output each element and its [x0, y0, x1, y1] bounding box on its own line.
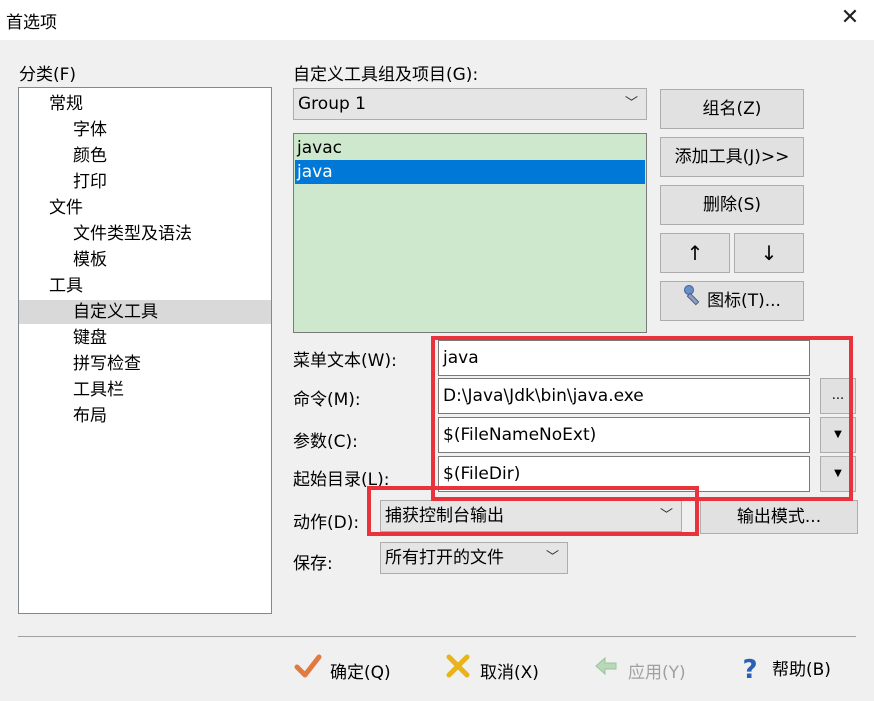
tree-item[interactable]: 文件类型及语法	[19, 222, 271, 246]
add-tool-button[interactable]: 添加工具(J)>>	[660, 137, 804, 177]
question-mark-icon: ?	[742, 655, 758, 685]
back-arrow-icon	[590, 652, 622, 693]
tool-list-item[interactable]: java	[295, 160, 645, 184]
tree-item[interactable]: 键盘	[19, 326, 271, 350]
icon-button[interactable]: 图标(T)...	[660, 281, 804, 321]
tree-item[interactable]: 自定义工具	[19, 300, 271, 324]
save-select[interactable]: 所有打开的文件 ﹀	[380, 542, 568, 574]
checkmark-icon	[292, 652, 324, 693]
apply-label: 应用(Y)	[628, 662, 686, 683]
title-bar	[0, 0, 874, 40]
tree-item[interactable]: 打印	[19, 170, 271, 194]
chevron-down-icon: ﹀	[624, 96, 638, 111]
help-label: 帮助(B)	[772, 660, 831, 680]
help-button[interactable]: ? 帮助(B)	[734, 652, 831, 688]
move-up-button[interactable]: ↑	[660, 233, 730, 273]
tree-item[interactable]: 模板	[19, 248, 271, 272]
tool-list[interactable]: javac java	[293, 133, 647, 333]
category-tree[interactable]: 常规 字体 颜色 打印 文件 文件类型及语法 模板 工具 自定义工具 键盘 拼写检查 工具栏 布局	[18, 87, 272, 614]
action-label: 动作(D):	[293, 513, 360, 533]
cancel-label: 取消(X)	[480, 662, 539, 683]
move-down-button[interactable]: ↓	[734, 233, 804, 273]
group-name-button[interactable]: 组名(Z)	[660, 89, 804, 129]
tool-list-item[interactable]: javac	[295, 136, 645, 160]
group-select-value: Group 1	[298, 94, 366, 114]
tree-item[interactable]: 工具栏	[19, 378, 271, 402]
footer-separator	[18, 636, 856, 637]
tree-item[interactable]: 颜色	[19, 144, 271, 168]
wrench-icon	[683, 282, 705, 320]
window-title: 首选项	[6, 13, 57, 33]
tree-item[interactable]: 文件	[19, 196, 271, 220]
chevron-down-icon: ﹀	[545, 550, 559, 565]
output-mode-button[interactable]: 输出模式...	[700, 500, 858, 534]
tree-item[interactable]: 拼写检查	[19, 352, 271, 376]
close-icon[interactable]: ✕	[834, 4, 866, 32]
icon-button-label: 图标(T)...	[707, 291, 781, 311]
command-label: 命令(M):	[293, 390, 361, 410]
group-label: 自定义工具组及项目(G):	[293, 65, 479, 85]
category-label: 分类(F)	[19, 65, 77, 85]
tree-item[interactable]: 字体	[19, 118, 271, 142]
group-select[interactable]: Group 1 ﹀	[293, 88, 647, 120]
save-select-value: 所有打开的文件	[385, 548, 504, 568]
tree-item[interactable]: 工具	[19, 274, 271, 298]
highlight-box-action	[367, 486, 699, 536]
tree-item[interactable]: 常规	[19, 92, 271, 116]
ok-label: 确定(Q)	[330, 662, 391, 683]
apply-button[interactable]: 应用(Y)	[590, 652, 686, 688]
highlight-box-fields	[431, 336, 853, 501]
save-label: 保存:	[293, 554, 333, 574]
cross-icon	[442, 652, 474, 693]
cancel-button[interactable]: 取消(X)	[442, 652, 539, 688]
tree-item[interactable]: 布局	[19, 404, 271, 428]
ok-button[interactable]: 确定(Q)	[292, 652, 391, 688]
args-label: 参数(C):	[293, 432, 358, 452]
delete-button[interactable]: 删除(S)	[660, 185, 804, 225]
menu-text-label: 菜单文本(W):	[293, 351, 397, 371]
